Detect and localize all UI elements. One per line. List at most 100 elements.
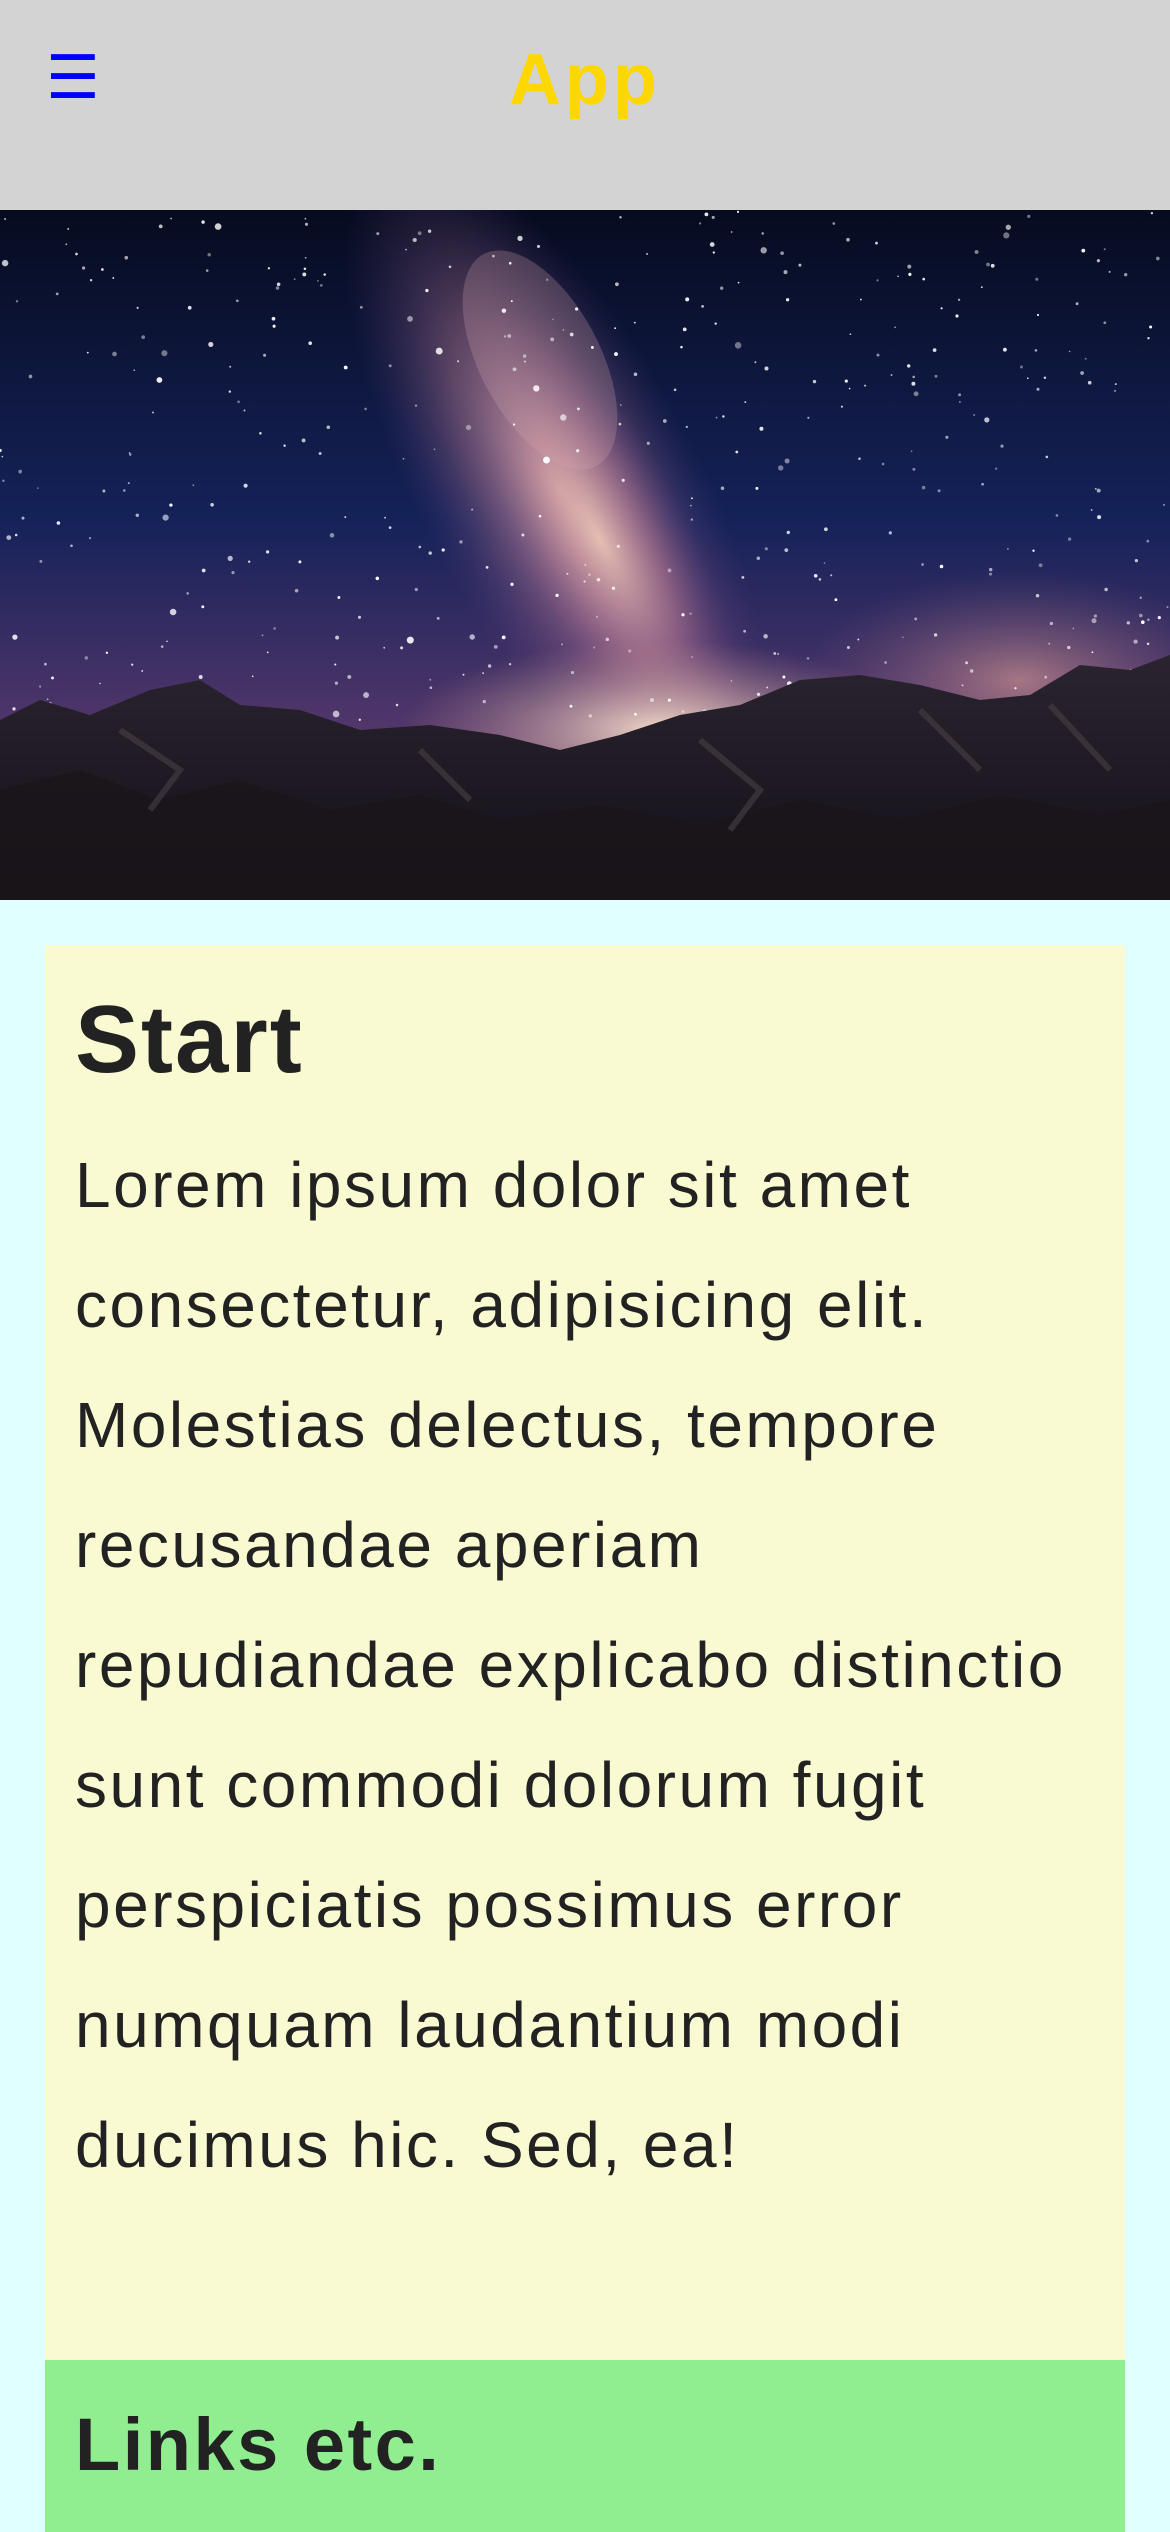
star: [36, 487, 39, 489]
star: [6, 535, 12, 540]
star: [501, 635, 506, 640]
star: [1000, 444, 1004, 448]
star: [266, 651, 269, 654]
star: [135, 513, 140, 518]
star: [417, 231, 422, 236]
star: [959, 401, 961, 403]
star: [570, 671, 575, 675]
star: [921, 563, 924, 566]
star: [619, 404, 622, 406]
star: [552, 318, 554, 321]
star: [376, 232, 380, 236]
star: [332, 710, 340, 718]
star: [908, 272, 912, 276]
star: [784, 458, 790, 464]
star: [633, 372, 638, 377]
star: [1093, 614, 1098, 618]
star: [265, 550, 270, 554]
star: [1068, 350, 1071, 353]
star: [160, 645, 164, 648]
star: [1067, 645, 1071, 650]
star: [1108, 270, 1111, 273]
star: [1034, 349, 1038, 352]
star: [1103, 248, 1106, 251]
star: [897, 275, 899, 278]
star: [487, 664, 492, 668]
star: [158, 224, 163, 229]
star: [128, 452, 131, 454]
star: [319, 284, 323, 287]
star: [646, 441, 650, 445]
star: [344, 516, 347, 519]
star: [1138, 613, 1143, 618]
star: [939, 564, 944, 569]
star: [105, 651, 109, 654]
star: [1124, 273, 1128, 277]
star: [459, 540, 463, 544]
star: [201, 220, 205, 224]
star: [1027, 214, 1031, 219]
star: [298, 560, 302, 564]
star: [783, 270, 788, 275]
star: [590, 345, 594, 349]
star: [302, 272, 307, 277]
star: [786, 530, 790, 535]
star: [441, 548, 445, 552]
star: [566, 572, 569, 575]
star: [400, 646, 404, 650]
star: [1036, 313, 1040, 317]
star: [2, 479, 5, 483]
star: [425, 288, 429, 293]
star: [1014, 687, 1017, 690]
star: [493, 644, 498, 649]
star: [294, 588, 299, 593]
star: [876, 353, 880, 357]
star: [730, 231, 733, 233]
star: [984, 417, 990, 423]
star: [12, 634, 18, 640]
star: [922, 277, 925, 281]
star: [709, 242, 715, 247]
star: [773, 652, 777, 655]
star: [388, 364, 392, 368]
star: [614, 327, 617, 330]
star: [761, 232, 764, 235]
star: [359, 305, 363, 309]
star: [569, 704, 573, 708]
star: [704, 212, 709, 217]
star: [619, 216, 622, 219]
star: [1096, 259, 1100, 263]
star: [1027, 377, 1029, 379]
star: [169, 608, 177, 616]
star: [680, 345, 683, 349]
star: [364, 407, 367, 411]
star: [304, 217, 307, 220]
star: [357, 615, 362, 619]
star: [14, 533, 18, 537]
star: [722, 415, 725, 418]
star: [560, 414, 567, 421]
star: [243, 483, 248, 488]
star: [763, 634, 768, 639]
star: [690, 518, 693, 521]
star: [1006, 547, 1009, 550]
star: [271, 316, 276, 321]
star: [508, 663, 512, 666]
star: [859, 298, 862, 301]
star: [227, 555, 233, 562]
star: [101, 268, 104, 271]
star: [754, 361, 757, 364]
star: [1038, 563, 1043, 568]
star: [248, 560, 251, 563]
star: [902, 636, 904, 639]
star: [737, 281, 740, 284]
star: [429, 686, 433, 689]
star: [375, 576, 380, 581]
star: [764, 547, 768, 551]
star: [1045, 455, 1049, 459]
star: [634, 712, 637, 716]
star: [562, 329, 565, 331]
star: [156, 377, 163, 383]
star: [824, 527, 828, 532]
star: [201, 568, 206, 573]
